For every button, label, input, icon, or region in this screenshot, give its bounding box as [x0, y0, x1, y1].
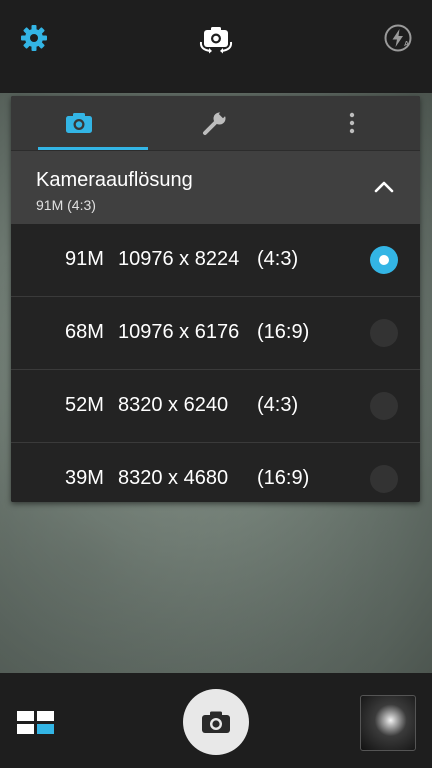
tab-camera[interactable]: [11, 96, 147, 150]
mode-grid-icon[interactable]: [17, 711, 55, 735]
wrench-icon: [203, 110, 228, 135]
option-aspect-ratio: (4:3): [257, 248, 299, 270]
mode-grid-cell-active: [37, 724, 54, 734]
settings-tabs: [11, 96, 420, 150]
option-aspect-ratio: (4:3): [257, 394, 299, 416]
option-megapixels: 52M: [65, 394, 104, 416]
chevron-up-icon[interactable]: [372, 175, 396, 199]
option-dimensions: 10976 x 6176: [118, 321, 240, 343]
setting-current-value: 91M (4:3): [36, 197, 96, 213]
option-megapixels: 68M: [65, 321, 104, 343]
radio-button[interactable]: [370, 465, 398, 493]
gallery-thumbnail[interactable]: [360, 695, 416, 751]
settings-panel: Kameraauflösung 91M (4:3) 91M 10976 x 82…: [11, 96, 420, 502]
gear-icon[interactable]: [18, 22, 50, 54]
option-aspect-ratio: (16:9): [257, 321, 310, 343]
mode-grid-cell: [37, 711, 54, 721]
bottom-bar: [0, 673, 432, 768]
resolution-setting-header[interactable]: Kameraauflösung 91M (4:3): [11, 150, 420, 224]
resolution-options-list: 91M 10976 x 8224 (4:3) 68M 10976 x 6176 …: [11, 224, 420, 502]
resolution-option[interactable]: 68M 10976 x 6176 (16:9): [11, 297, 420, 370]
option-dimensions: 8320 x 6240: [118, 394, 229, 416]
camera-icon: [66, 113, 92, 133]
option-dimensions: 10976 x 8224: [118, 248, 240, 270]
switch-camera-icon[interactable]: [199, 22, 233, 54]
mode-grid-cell: [17, 724, 34, 734]
tab-more[interactable]: [283, 96, 420, 150]
radio-button-selected[interactable]: [370, 246, 398, 274]
option-dimensions: 8320 x 4680: [118, 467, 229, 489]
option-megapixels: 91M: [65, 248, 104, 270]
shutter-button[interactable]: [183, 689, 249, 755]
svg-text:A: A: [404, 41, 409, 48]
resolution-option[interactable]: 39M 8320 x 4680 (16:9): [11, 443, 420, 502]
setting-title: Kameraauflösung: [36, 169, 193, 191]
camera-icon: [202, 711, 230, 733]
mode-grid-cell: [17, 711, 34, 721]
option-aspect-ratio: (16:9): [257, 467, 310, 489]
radio-button[interactable]: [370, 319, 398, 347]
resolution-option[interactable]: 91M 10976 x 8224 (4:3): [11, 224, 420, 297]
more-vertical-icon: [349, 112, 354, 134]
option-megapixels: 39M: [65, 467, 104, 489]
tab-tools[interactable]: [147, 96, 283, 150]
top-bar: A: [0, 0, 432, 93]
flash-auto-icon[interactable]: A: [382, 22, 414, 54]
resolution-option[interactable]: 52M 8320 x 6240 (4:3): [11, 370, 420, 443]
radio-button[interactable]: [370, 392, 398, 420]
